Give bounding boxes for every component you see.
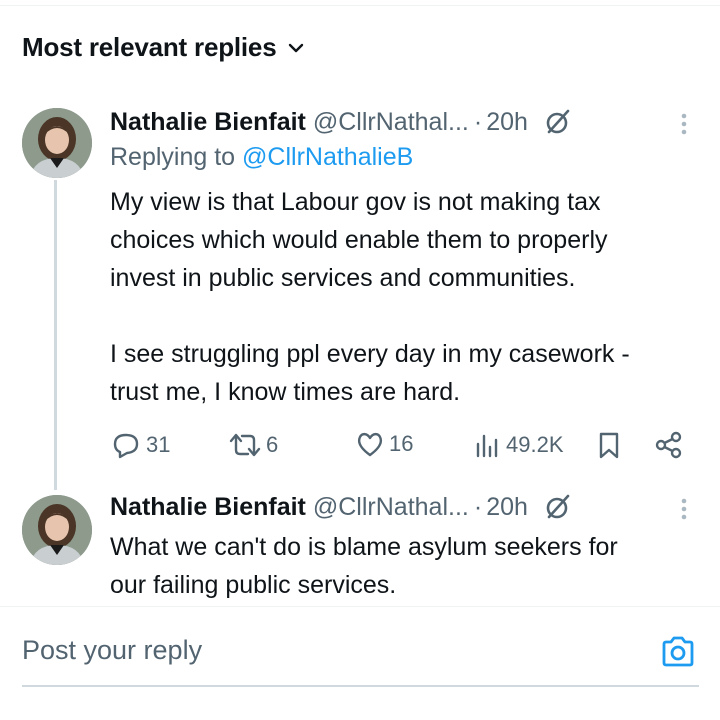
tweet-text: My view is that Labour gov is not making… bbox=[110, 188, 630, 406]
analytics-icon bbox=[476, 434, 498, 458]
reply-icon bbox=[113, 433, 139, 459]
tweet-text: What we can't do is blame asylum seekers… bbox=[110, 533, 618, 599]
replying-to: Replying to @CllrNathalieB bbox=[110, 143, 413, 172]
heart-icon bbox=[357, 432, 383, 457]
tweet-actions: 31 6 16 49.2K bbox=[0, 422, 720, 462]
views-button[interactable]: 49.2K bbox=[472, 430, 564, 460]
replying-mention-link[interactable]: @CllrNathalieB bbox=[242, 143, 413, 171]
share-button[interactable] bbox=[654, 430, 684, 460]
top-divider bbox=[0, 5, 720, 6]
repost-button[interactable]: 6 bbox=[228, 430, 278, 460]
like-button[interactable]: 16 bbox=[355, 430, 413, 458]
reply-input[interactable]: Post your reply bbox=[22, 635, 202, 666]
tweet-header: Nathalie Bienfait @CllrNathal... · 20h bbox=[110, 490, 572, 524]
tweet-header: Nathalie Bienfait @CllrNathal... · 20h bbox=[110, 105, 572, 139]
grok-icon[interactable] bbox=[544, 493, 572, 521]
reply-button[interactable]: 31 bbox=[110, 430, 170, 460]
view-count: 49.2K bbox=[506, 432, 564, 457]
reply-count: 31 bbox=[146, 432, 171, 457]
share-icon bbox=[655, 431, 682, 459]
like-count: 16 bbox=[389, 431, 414, 456]
bookmark-button[interactable] bbox=[597, 430, 621, 460]
author-handle[interactable]: @CllrNathal... bbox=[313, 493, 469, 522]
replying-prefix: Replying to bbox=[110, 143, 243, 171]
chevron-down-icon bbox=[289, 43, 304, 52]
repost-count: 6 bbox=[266, 432, 279, 457]
author-name[interactable]: Nathalie Bienfait bbox=[110, 493, 306, 522]
avatar[interactable] bbox=[22, 495, 92, 565]
separator: · bbox=[473, 492, 483, 521]
separator: · bbox=[473, 107, 483, 136]
author-name[interactable]: Nathalie Bienfait bbox=[110, 108, 306, 137]
repost-icon bbox=[229, 433, 261, 457]
sort-label: Most relevant replies bbox=[22, 32, 277, 62]
timestamp[interactable]: 20h bbox=[486, 108, 528, 137]
author-handle[interactable]: @CllrNathal... bbox=[313, 108, 469, 137]
sort-replies-dropdown[interactable]: Most relevant replies bbox=[22, 32, 304, 63]
reply-tweet[interactable]: Nathalie Bienfait @CllrNathal... · 20h W… bbox=[0, 490, 720, 605]
reply-composer: Post your reply bbox=[0, 607, 720, 720]
more-options-icon[interactable] bbox=[676, 496, 692, 529]
grok-icon[interactable] bbox=[544, 108, 572, 136]
avatar[interactable] bbox=[22, 108, 92, 178]
camera-icon[interactable] bbox=[660, 635, 696, 674]
reply-input-underline bbox=[22, 685, 699, 687]
more-options-icon[interactable] bbox=[676, 111, 692, 144]
reply-tweet[interactable]: Nathalie Bienfait @CllrNathal... · 20h R… bbox=[0, 105, 720, 490]
timestamp[interactable]: 20h bbox=[486, 493, 528, 522]
bookmark-icon bbox=[599, 432, 619, 459]
